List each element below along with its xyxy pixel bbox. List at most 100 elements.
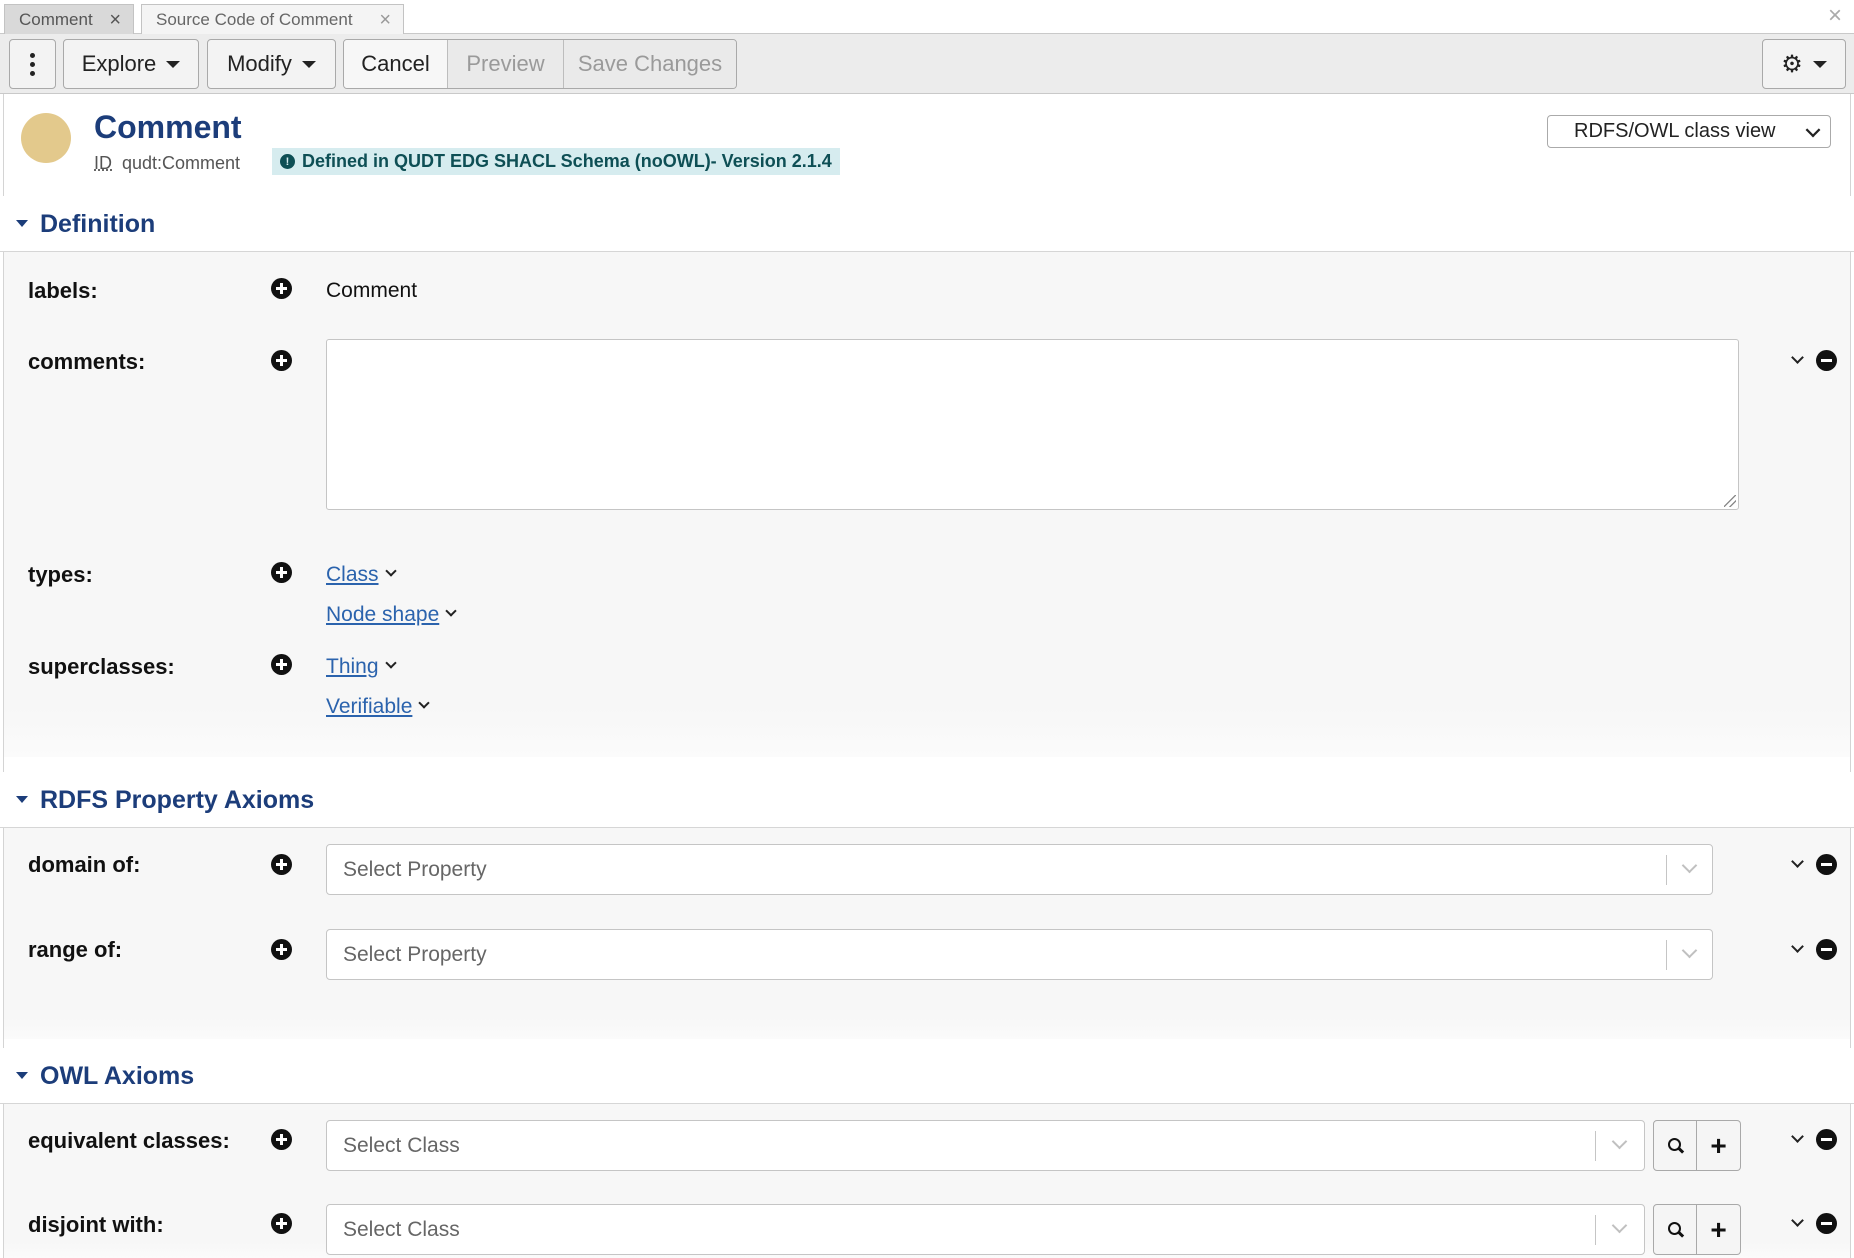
remove-value-icon[interactable] (1816, 1129, 1837, 1150)
avatar (21, 113, 71, 163)
tab-comment[interactable]: Comment × (4, 4, 134, 34)
label-value: Comment (326, 279, 417, 303)
select-placeholder: Select Class (343, 1218, 460, 1242)
tab-source-code[interactable]: Source Code of Comment × (141, 4, 404, 35)
remove-value-icon[interactable] (1816, 939, 1837, 960)
select-separator (1666, 940, 1667, 970)
property-label: comments: (28, 349, 145, 375)
search-icon (1668, 1222, 1683, 1237)
range-property-select[interactable]: Select Property (326, 929, 1713, 980)
chevron-down-icon[interactable] (1791, 940, 1804, 953)
comments-textarea[interactable] (326, 339, 1739, 510)
select-separator (1666, 855, 1667, 885)
close-icon[interactable]: × (379, 9, 391, 32)
chevron-down-icon[interactable] (1612, 1218, 1628, 1234)
equivalent-class-select[interactable]: Select Class (326, 1120, 1645, 1171)
plus-icon: + (1710, 1132, 1726, 1160)
schema-badge: ! Defined in QUDT EDG SHACL Schema (noOW… (272, 148, 840, 175)
add-value-icon[interactable] (271, 1129, 292, 1150)
chevron-down-icon[interactable] (446, 605, 457, 616)
section-owl-body: equivalent classes: Select Class + disjo… (4, 1104, 1850, 1258)
create-class-button[interactable]: + (1697, 1120, 1741, 1171)
explore-label: Explore (82, 51, 157, 77)
collapse-triangle-icon[interactable] (16, 796, 28, 803)
plus-icon: + (1710, 1216, 1726, 1244)
superclass-link-thing[interactable]: Thing (326, 655, 395, 679)
superclass-link-verifiable[interactable]: Verifiable (326, 695, 428, 719)
kebab-icon (30, 53, 35, 76)
domain-property-select[interactable]: Select Property (326, 844, 1713, 895)
more-menu-button[interactable] (9, 39, 56, 89)
section-definition-body: labels: Comment comments: types: Class N… (4, 252, 1850, 757)
add-value-icon[interactable] (271, 654, 292, 675)
section-title: RDFS Property Axioms (40, 786, 314, 815)
add-value-icon[interactable] (271, 278, 292, 299)
search-icon (1668, 1138, 1683, 1153)
search-class-button[interactable] (1653, 1204, 1697, 1255)
resize-grip-icon[interactable] (1724, 495, 1736, 507)
search-class-button[interactable] (1653, 1120, 1697, 1171)
close-icon[interactable]: × (109, 9, 121, 32)
page-title: Comment (94, 109, 242, 146)
create-class-button[interactable]: + (1697, 1204, 1741, 1255)
id-value: qudt:Comment (122, 153, 240, 174)
type-link-class[interactable]: Class (326, 563, 395, 587)
property-label: disjoint with: (28, 1212, 164, 1238)
disjoint-class-select[interactable]: Select Class (326, 1204, 1645, 1255)
add-value-icon[interactable] (271, 1213, 292, 1234)
settings-button[interactable]: ⚙ (1762, 39, 1846, 89)
select-placeholder: Select Property (343, 858, 487, 882)
property-label: domain of: (28, 852, 140, 878)
section-definition-header[interactable]: Definition (0, 196, 1854, 252)
chevron-down-icon[interactable] (1791, 1214, 1804, 1227)
chevron-down-icon[interactable] (419, 697, 430, 708)
type-link-text[interactable]: Node shape (326, 603, 439, 627)
gear-icon: ⚙ (1781, 50, 1803, 79)
section-owl-header[interactable]: OWL Axioms (0, 1048, 1854, 1104)
modify-label: Modify (227, 51, 292, 77)
save-changes-button[interactable]: Save Changes (564, 40, 736, 88)
collapse-triangle-icon[interactable] (16, 1072, 28, 1079)
section-rdfs-body: domain of: Select Property range of: Sel… (4, 828, 1850, 1039)
caret-down-icon (166, 61, 180, 68)
chevron-down-icon[interactable] (1791, 1130, 1804, 1143)
add-value-icon[interactable] (271, 350, 292, 371)
chevron-down-icon[interactable] (1612, 1134, 1628, 1150)
window-close-icon[interactable]: × (1828, 2, 1842, 30)
type-link-node-shape[interactable]: Node shape (326, 603, 455, 627)
chevron-down-icon[interactable] (385, 657, 396, 668)
type-link-text[interactable]: Class (326, 563, 379, 587)
preview-button[interactable]: Preview (448, 40, 564, 88)
cancel-button[interactable]: Cancel (344, 40, 448, 88)
select-separator (1595, 1131, 1596, 1161)
superclass-link-text[interactable]: Thing (326, 655, 379, 679)
remove-value-icon[interactable] (1816, 854, 1837, 875)
chevron-down-icon[interactable] (1791, 351, 1804, 364)
property-label: superclasses: (28, 654, 175, 680)
chevron-down-icon[interactable] (1682, 943, 1698, 959)
remove-value-icon[interactable] (1816, 1213, 1837, 1234)
select-placeholder: Select Property (343, 943, 487, 967)
remove-value-icon[interactable] (1816, 350, 1837, 371)
toolbar: Explore Modify Cancel Preview Save Chang… (0, 34, 1854, 94)
superclass-link-text[interactable]: Verifiable (326, 695, 412, 719)
tab-label: Comment (19, 10, 93, 30)
chevron-down-icon[interactable] (385, 565, 396, 576)
collapse-triangle-icon[interactable] (16, 220, 28, 227)
section-title: Definition (40, 210, 155, 239)
property-label: labels: (28, 278, 98, 304)
view-select[interactable]: RDFS/OWL class view (1547, 115, 1831, 148)
id-label: ID (94, 153, 112, 174)
add-value-icon[interactable] (271, 562, 292, 583)
modify-button[interactable]: Modify (207, 39, 336, 89)
section-rdfs-header[interactable]: RDFS Property Axioms (0, 772, 1854, 828)
add-value-icon[interactable] (271, 854, 292, 875)
property-label: range of: (28, 937, 122, 963)
explore-button[interactable]: Explore (63, 39, 199, 89)
chevron-down-icon[interactable] (1791, 855, 1804, 868)
add-value-icon[interactable] (271, 939, 292, 960)
resource-header: Comment ID qudt:Comment ! Defined in QUD… (0, 95, 1854, 195)
tab-strip: Comment × Source Code of Comment × × (0, 0, 1854, 34)
select-placeholder: Select Class (343, 1134, 460, 1158)
chevron-down-icon[interactable] (1682, 858, 1698, 874)
